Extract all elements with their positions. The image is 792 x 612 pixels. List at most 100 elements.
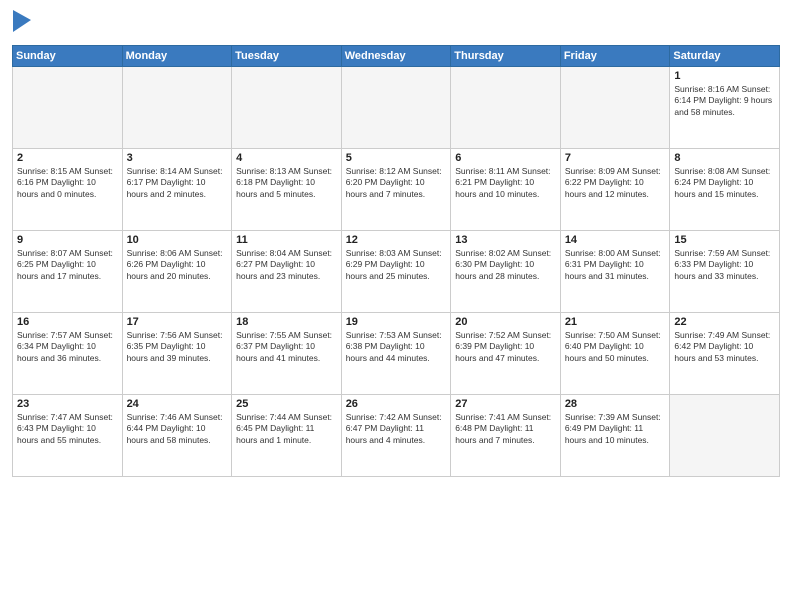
day-number: 18 — [236, 316, 337, 328]
day-info: Sunrise: 8:16 AM Sunset: 6:14 PM Dayligh… — [674, 84, 775, 118]
day-number: 23 — [17, 398, 118, 410]
calendar-cell: 2 Sunrise: 8:15 AM Sunset: 6:16 PM Daylig… — [13, 148, 123, 230]
day-number: 21 — [565, 316, 666, 328]
day-number: 24 — [127, 398, 228, 410]
calendar-cell: 22Sunrise: 7:49 AM Sunset: 6:42 PM Dayli… — [670, 312, 780, 394]
day-number: 15 — [674, 234, 775, 246]
day-info: Sunrise: 7:47 AM Sunset: 6:43 PM Dayligh… — [17, 412, 118, 446]
page: SundayMondayTuesdayWednesdayThursdayFrid… — [0, 0, 792, 612]
weekday-header-saturday: Saturday — [670, 45, 780, 66]
day-info: Sunrise: 8:12 AM Sunset: 6:20 PM Dayligh… — [346, 166, 447, 200]
calendar-cell: 25 Sunrise: 7:44 AM Sunset: 6:45 PM Dayli… — [232, 394, 342, 476]
calendar-week-row: 23 Sunrise: 7:47 AM Sunset: 6:43 PM Dayli… — [13, 394, 780, 476]
day-info: Sunrise: 7:53 AM Sunset: 6:38 PM Dayligh… — [346, 330, 447, 364]
day-info: Sunrise: 8:11 AM Sunset: 6:21 PM Dayligh… — [455, 166, 556, 200]
calendar-cell: 14 Sunrise: 8:00 AM Sunset: 6:31 PM Dayli… — [560, 230, 670, 312]
day-number: 25 — [236, 398, 337, 410]
calendar-cell: 15 Sunrise: 7:59 AM Sunset: 6:33 PM Dayli… — [670, 230, 780, 312]
weekday-header-wednesday: Wednesday — [341, 45, 451, 66]
day-number: 13 — [455, 234, 556, 246]
weekday-header-thursday: Thursday — [451, 45, 561, 66]
day-number: 8 — [674, 152, 775, 164]
day-number: 11 — [236, 234, 337, 246]
day-info: Sunrise: 8:00 AM Sunset: 6:31 PM Dayligh… — [565, 248, 666, 282]
calendar-cell: 27Sunrise: 7:41 AM Sunset: 6:48 PM Dayli… — [451, 394, 561, 476]
day-number: 3 — [127, 152, 228, 164]
day-number: 28 — [565, 398, 666, 410]
calendar-cell: 3 Sunrise: 8:14 AM Sunset: 6:17 PM Daylig… — [122, 148, 232, 230]
day-info: Sunrise: 8:15 AM Sunset: 6:16 PM Dayligh… — [17, 166, 118, 200]
day-number: 5 — [346, 152, 447, 164]
day-info: Sunrise: 7:44 AM Sunset: 6:45 PM Dayligh… — [236, 412, 337, 446]
day-info: Sunrise: 8:02 AM Sunset: 6:30 PM Dayligh… — [455, 248, 556, 282]
calendar-cell — [232, 66, 342, 148]
day-number: 26 — [346, 398, 447, 410]
calendar-cell: 18 Sunrise: 7:55 AM Sunset: 6:37 PM Dayli… — [232, 312, 342, 394]
day-info: Sunrise: 8:07 AM Sunset: 6:25 PM Dayligh… — [17, 248, 118, 282]
calendar-cell — [13, 66, 123, 148]
calendar-cell: 9 Sunrise: 8:07 AM Sunset: 6:25 PM Daylig… — [13, 230, 123, 312]
day-info: Sunrise: 7:46 AM Sunset: 6:44 PM Dayligh… — [127, 412, 228, 446]
day-info: Sunrise: 8:13 AM Sunset: 6:18 PM Dayligh… — [236, 166, 337, 200]
day-number: 12 — [346, 234, 447, 246]
day-number: 17 — [127, 316, 228, 328]
weekday-header-friday: Friday — [560, 45, 670, 66]
calendar-cell: 24 Sunrise: 7:46 AM Sunset: 6:44 PM Dayli… — [122, 394, 232, 476]
day-info: Sunrise: 7:55 AM Sunset: 6:37 PM Dayligh… — [236, 330, 337, 364]
day-number: 22 — [674, 316, 775, 328]
day-info: Sunrise: 7:59 AM Sunset: 6:33 PM Dayligh… — [674, 248, 775, 282]
calendar-cell: 17 Sunrise: 7:56 AM Sunset: 6:35 PM Dayli… — [122, 312, 232, 394]
calendar-cell: 19 Sunrise: 7:53 AM Sunset: 6:38 PM Dayli… — [341, 312, 451, 394]
header — [12, 10, 780, 37]
day-info: Sunrise: 7:42 AM Sunset: 6:47 PM Dayligh… — [346, 412, 447, 446]
calendar-cell — [670, 394, 780, 476]
day-info: Sunrise: 8:06 AM Sunset: 6:26 PM Dayligh… — [127, 248, 228, 282]
day-info: Sunrise: 8:09 AM Sunset: 6:22 PM Dayligh… — [565, 166, 666, 200]
calendar-cell: 12 Sunrise: 8:03 AM Sunset: 6:29 PM Dayli… — [341, 230, 451, 312]
day-number: 14 — [565, 234, 666, 246]
day-number: 1 — [674, 70, 775, 82]
calendar-cell: 16 Sunrise: 7:57 AM Sunset: 6:34 PM Dayli… — [13, 312, 123, 394]
day-info: Sunrise: 8:14 AM Sunset: 6:17 PM Dayligh… — [127, 166, 228, 200]
weekday-header-tuesday: Tuesday — [232, 45, 342, 66]
day-number: 6 — [455, 152, 556, 164]
calendar-cell: 4 Sunrise: 8:13 AM Sunset: 6:18 PM Daylig… — [232, 148, 342, 230]
day-info: Sunrise: 7:39 AM Sunset: 6:49 PM Dayligh… — [565, 412, 666, 446]
day-number: 2 — [17, 152, 118, 164]
day-info: Sunrise: 7:50 AM Sunset: 6:40 PM Dayligh… — [565, 330, 666, 364]
calendar-cell: 10 Sunrise: 8:06 AM Sunset: 6:26 PM Dayli… — [122, 230, 232, 312]
calendar-cell: 26 Sunrise: 7:42 AM Sunset: 6:47 PM Dayli… — [341, 394, 451, 476]
calendar-week-row: 1 Sunrise: 8:16 AM Sunset: 6:14 PM Daylig… — [13, 66, 780, 148]
logo-triangle-icon — [13, 10, 31, 32]
calendar-cell: 13 Sunrise: 8:02 AM Sunset: 6:30 PM Dayli… — [451, 230, 561, 312]
calendar-cell — [122, 66, 232, 148]
day-number: 27 — [455, 398, 556, 410]
day-number: 9 — [17, 234, 118, 246]
calendar-cell: 6 Sunrise: 8:11 AM Sunset: 6:21 PM Daylig… — [451, 148, 561, 230]
calendar-cell: 20Sunrise: 7:52 AM Sunset: 6:39 PM Dayli… — [451, 312, 561, 394]
day-number: 16 — [17, 316, 118, 328]
day-info: Sunrise: 7:56 AM Sunset: 6:35 PM Dayligh… — [127, 330, 228, 364]
calendar-cell: 28 Sunrise: 7:39 AM Sunset: 6:49 PM Dayli… — [560, 394, 670, 476]
calendar-cell: 23 Sunrise: 7:47 AM Sunset: 6:43 PM Dayli… — [13, 394, 123, 476]
day-info: Sunrise: 7:57 AM Sunset: 6:34 PM Dayligh… — [17, 330, 118, 364]
calendar-cell: 1 Sunrise: 8:16 AM Sunset: 6:14 PM Daylig… — [670, 66, 780, 148]
day-number: 4 — [236, 152, 337, 164]
day-number: 19 — [346, 316, 447, 328]
calendar-cell — [451, 66, 561, 148]
calendar-cell: 8 Sunrise: 8:08 AM Sunset: 6:24 PM Daylig… — [670, 148, 780, 230]
day-number: 10 — [127, 234, 228, 246]
calendar-cell: 5 Sunrise: 8:12 AM Sunset: 6:20 PM Daylig… — [341, 148, 451, 230]
calendar-week-row: 9 Sunrise: 8:07 AM Sunset: 6:25 PM Daylig… — [13, 230, 780, 312]
logo — [12, 10, 31, 37]
calendar-cell — [560, 66, 670, 148]
calendar-cell: 7Sunrise: 8:09 AM Sunset: 6:22 PM Daylig… — [560, 148, 670, 230]
day-info: Sunrise: 8:04 AM Sunset: 6:27 PM Dayligh… — [236, 248, 337, 282]
weekday-header-monday: Monday — [122, 45, 232, 66]
day-info: Sunrise: 8:03 AM Sunset: 6:29 PM Dayligh… — [346, 248, 447, 282]
calendar-cell: 11 Sunrise: 8:04 AM Sunset: 6:27 PM Dayli… — [232, 230, 342, 312]
day-number: 20 — [455, 316, 556, 328]
day-info: Sunrise: 8:08 AM Sunset: 6:24 PM Dayligh… — [674, 166, 775, 200]
calendar-week-row: 2 Sunrise: 8:15 AM Sunset: 6:16 PM Daylig… — [13, 148, 780, 230]
calendar-week-row: 16 Sunrise: 7:57 AM Sunset: 6:34 PM Dayli… — [13, 312, 780, 394]
